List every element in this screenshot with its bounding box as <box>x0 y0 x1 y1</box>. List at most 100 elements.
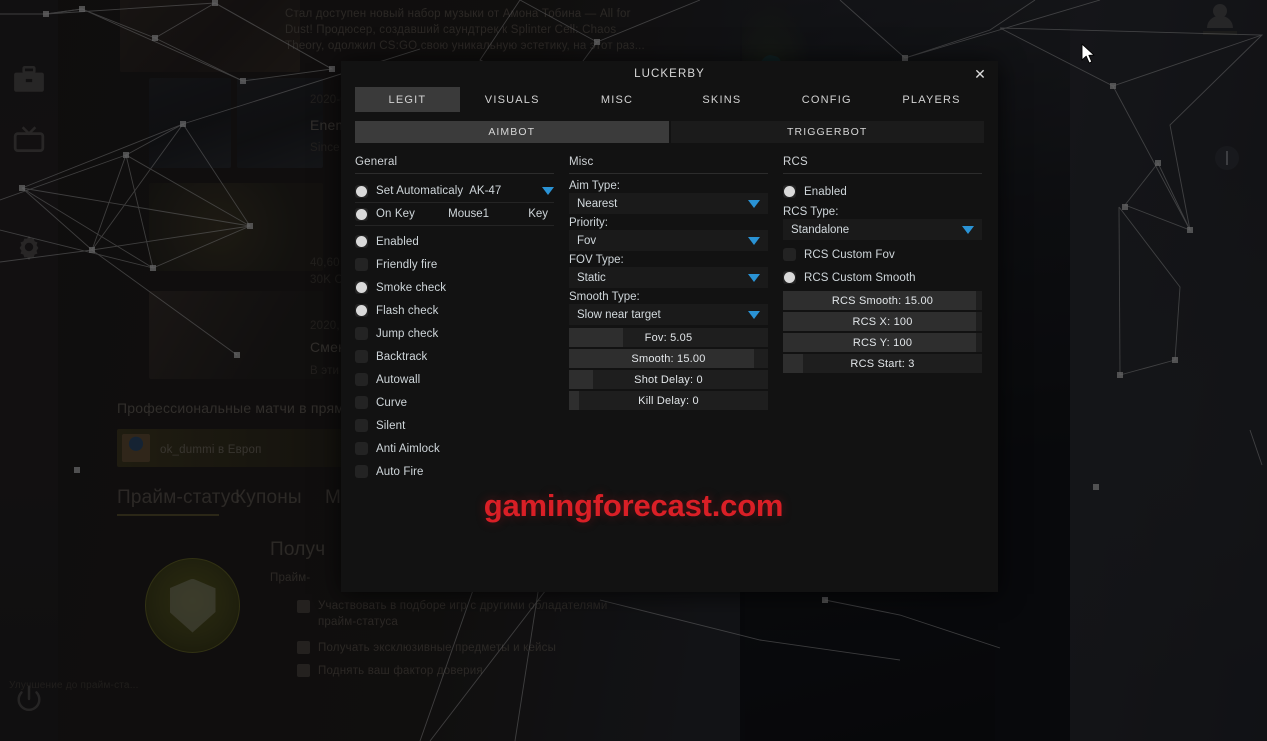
label-rcs-custom-smooth: RCS Custom Smooth <box>804 271 916 284</box>
label-autowall: Autowall <box>376 373 421 386</box>
screen-root: Стал доступен новый набор музыки от Амон… <box>0 0 1267 741</box>
tab-label: CONFIG <box>801 93 852 106</box>
label-friendly-fire: Friendly fire <box>376 258 438 271</box>
checkbox-rcs-custom-fov[interactable] <box>783 248 796 261</box>
slider-label: RCS Smooth: 15.00 <box>831 294 934 307</box>
column-heading: General <box>355 156 554 174</box>
tab-misc[interactable]: MISC <box>565 87 670 112</box>
label-enabled: Enabled <box>376 235 419 248</box>
checkbox-auto-fire[interactable] <box>355 465 368 478</box>
chevron-down-icon <box>962 225 974 234</box>
main-tab-bar: LEGIT VISUALS MISC SKINS CONFIG PLAYERS <box>355 87 984 112</box>
column-misc: Misc Aim Type: Nearest Priority: Fov FOV… <box>569 156 768 483</box>
tab-label: MISC <box>600 93 634 106</box>
key-button[interactable]: Key <box>522 208 554 220</box>
checkbox-rcs-custom-smooth[interactable] <box>783 271 796 284</box>
checkbox-smoke-check[interactable] <box>355 281 368 294</box>
checkbox-set-automatically[interactable] <box>355 184 368 198</box>
label-fov-type: FOV Type: <box>569 254 624 266</box>
checkbox-rcs-enabled[interactable] <box>783 185 796 198</box>
label-priority: Priority: <box>569 217 608 229</box>
chevron-down-icon <box>748 273 760 282</box>
slider-rcs-x[interactable]: RCS X: 100 <box>783 312 982 331</box>
row-anti-aimlock: Anti Aimlock <box>355 437 554 460</box>
weapon-selector-value[interactable]: AK-47 <box>463 185 507 197</box>
dropdown-aim-type[interactable]: Nearest <box>569 193 768 214</box>
row-jump-check: Jump check <box>355 322 554 345</box>
dropdown-priority[interactable]: Fov <box>569 230 768 251</box>
slider-rcs-y[interactable]: RCS Y: 100 <box>783 333 982 352</box>
dropdown-fov-type[interactable]: Static <box>569 267 768 288</box>
checkbox-flash-check[interactable] <box>355 304 368 317</box>
tab-label: PLAYERS <box>902 93 961 106</box>
tab-visuals[interactable]: VISUALS <box>460 87 565 112</box>
chevron-down-icon <box>748 199 760 208</box>
row-rcs-custom-fov: RCS Custom Fov <box>783 243 982 266</box>
checkbox-backtrack[interactable] <box>355 350 368 363</box>
subtab-aimbot[interactable]: AIMBOT <box>355 121 669 143</box>
label-smoke-check: Smoke check <box>376 281 447 294</box>
label-rcs-type: RCS Type: <box>783 206 839 218</box>
slider-fov[interactable]: Fov: 5.05 <box>569 328 768 347</box>
dropdown-value: Static <box>577 271 606 284</box>
row-smoke-check: Smoke check <box>355 276 554 299</box>
slider-label: RCS Y: 100 <box>852 336 913 349</box>
label-jump-check: Jump check <box>376 327 439 340</box>
row-backtrack: Backtrack <box>355 345 554 368</box>
checkbox-autowall[interactable] <box>355 373 368 386</box>
checkbox-on-key[interactable] <box>355 207 368 221</box>
checkbox-silent[interactable] <box>355 419 368 432</box>
checkbox-friendly-fire[interactable] <box>355 258 368 271</box>
slider-fill <box>569 370 593 389</box>
column-rcs: RCS Enabled RCS Type: Standalone RCS Cus… <box>783 156 982 483</box>
slider-rcs-start[interactable]: RCS Start: 3 <box>783 354 982 373</box>
slider-fill <box>569 328 623 347</box>
tab-label: VISUALS <box>484 93 540 106</box>
slider-kill-delay[interactable]: Kill Delay: 0 <box>569 391 768 410</box>
label-smooth-type: Smooth Type: <box>569 291 640 303</box>
dropdown-value: Standalone <box>791 223 850 236</box>
label-flash-check: Flash check <box>376 304 439 317</box>
tab-legit[interactable]: LEGIT <box>355 87 460 112</box>
tab-skins[interactable]: SKINS <box>669 87 774 112</box>
close-icon[interactable]: ✕ <box>970 64 990 84</box>
checkbox-jump-check[interactable] <box>355 327 368 340</box>
tab-label: LEGIT <box>388 93 427 106</box>
chevron-down-icon[interactable] <box>542 187 554 195</box>
slider-rcs-smooth[interactable]: RCS Smooth: 15.00 <box>783 291 982 310</box>
cheat-menu-panel: LUCKERBY ✕ LEGIT VISUALS MISC SKINS CONF… <box>341 61 998 592</box>
row-friendly-fire: Friendly fire <box>355 253 554 276</box>
row-curve: Curve <box>355 391 554 414</box>
keybind-button[interactable]: Mouse1 <box>442 208 495 220</box>
row-enabled: Enabled <box>355 230 554 253</box>
column-general: General Set Automaticaly AK-47 On Key Mo… <box>355 156 554 483</box>
checkbox-enabled[interactable] <box>355 235 368 248</box>
slider-label: RCS X: 100 <box>852 315 913 328</box>
dropdown-value: Fov <box>577 234 597 247</box>
settings-columns: General Set Automaticaly AK-47 On Key Mo… <box>355 156 984 483</box>
dropdown-smooth-type[interactable]: Slow near target <box>569 304 768 325</box>
checkbox-curve[interactable] <box>355 396 368 409</box>
slider-label: Kill Delay: 0 <box>638 394 699 407</box>
slider-smooth[interactable]: Smooth: 15.00 <box>569 349 768 368</box>
label-silent: Silent <box>376 419 406 432</box>
checkbox-anti-aimlock[interactable] <box>355 442 368 455</box>
row-rcs-enabled: Enabled <box>783 180 982 203</box>
tab-label: SKINS <box>702 93 742 106</box>
slider-shot-delay[interactable]: Shot Delay: 0 <box>569 370 768 389</box>
chevron-down-icon <box>748 236 760 245</box>
label-backtrack: Backtrack <box>376 350 428 363</box>
dropdown-rcs-type[interactable]: Standalone <box>783 219 982 240</box>
subtab-triggerbot[interactable]: TRIGGERBOT <box>670 121 984 143</box>
column-heading: Misc <box>569 156 768 174</box>
tab-players[interactable]: PLAYERS <box>879 87 984 112</box>
slider-label: Smooth: 15.00 <box>631 352 706 365</box>
row-flash-check: Flash check <box>355 299 554 322</box>
row-silent: Silent <box>355 414 554 437</box>
row-auto-fire: Auto Fire <box>355 460 554 483</box>
tab-config[interactable]: CONFIG <box>774 87 879 112</box>
dropdown-value: Slow near target <box>577 308 661 321</box>
label-rcs-enabled: Enabled <box>804 185 847 198</box>
label-set-automatically: Set Automaticaly <box>376 185 464 197</box>
label-curve: Curve <box>376 396 408 409</box>
